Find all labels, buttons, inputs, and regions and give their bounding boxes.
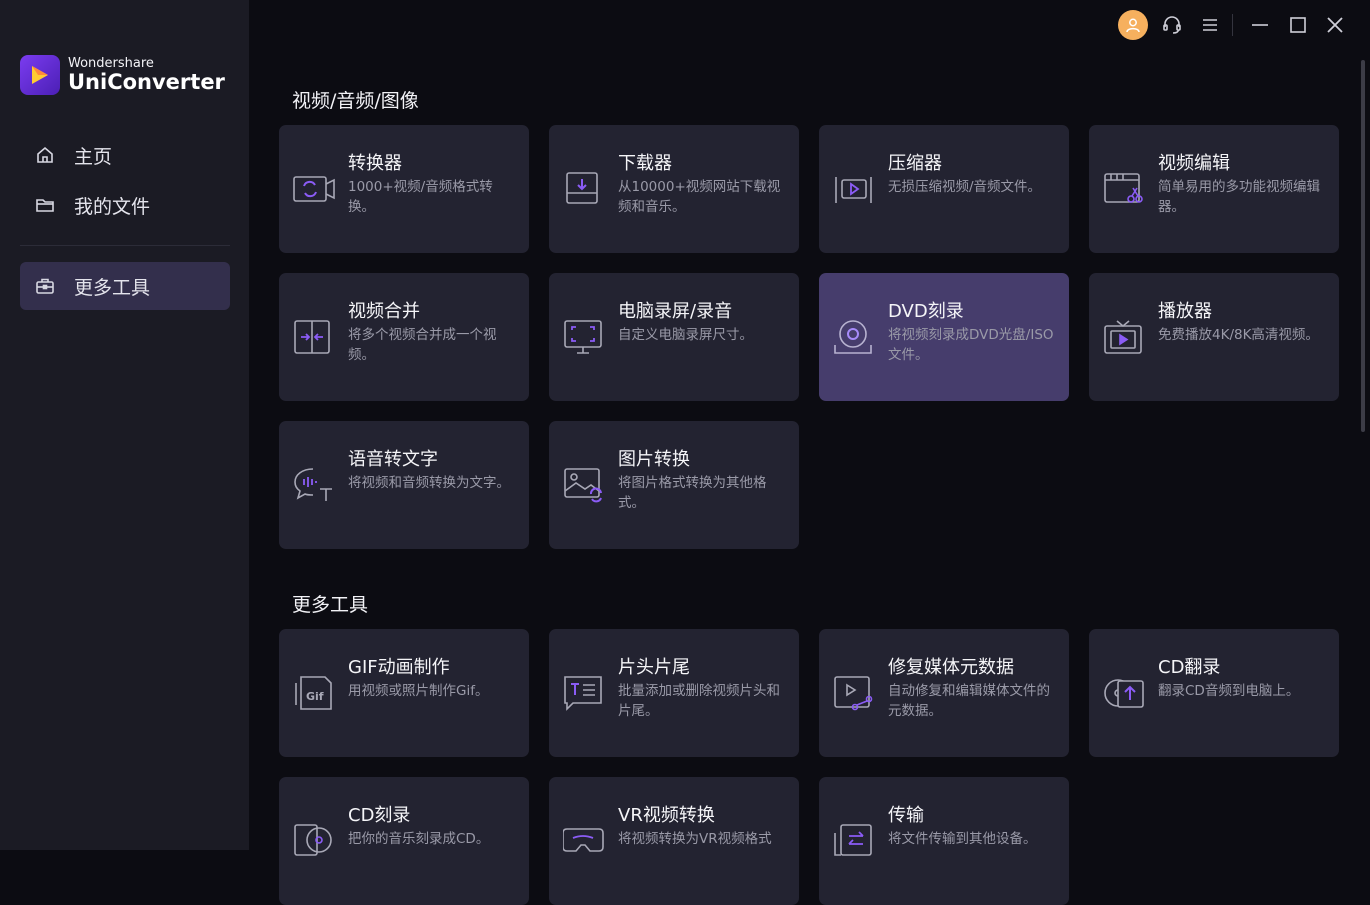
- compressor-icon: [833, 171, 875, 207]
- card-description: 将视频刻录成DVD光盘/ISO文件。: [888, 327, 1054, 363]
- card-description: 把你的音乐刻录成CD。: [348, 831, 490, 847]
- image-converter-icon: [563, 467, 605, 503]
- support-headset-icon[interactable]: [1159, 12, 1185, 38]
- card-description: 从10000+视频网站下载视频和音乐。: [618, 179, 781, 215]
- tool-card-gif-maker[interactable]: Gif GIF动画制作 用视频或照片制作Gif。: [279, 629, 529, 757]
- tool-card-intro-outro[interactable]: 片头片尾 批量添加或删除视频片头和片尾。: [549, 629, 799, 757]
- card-title: CD刻录: [348, 805, 411, 826]
- tool-card-player[interactable]: 播放器 免费播放4K/8K高清视频。: [1089, 273, 1339, 401]
- home-icon: [34, 144, 56, 166]
- avatar-icon[interactable]: [1118, 10, 1148, 40]
- card-description: 将视频和音频转换为文字。: [348, 475, 510, 491]
- vr-converter-icon: [562, 823, 605, 859]
- merger-icon: [293, 319, 335, 355]
- card-description: 将图片格式转换为其他格式。: [618, 475, 767, 511]
- card-title: 片头片尾: [618, 657, 690, 678]
- downloader-icon: [563, 171, 605, 207]
- cd-ripper-icon: [1103, 675, 1145, 711]
- card-description: 自定义电脑录屏尺寸。: [618, 327, 753, 343]
- tool-card-dvd-burner[interactable]: DVD刻录 将视频刻录成DVD光盘/ISO文件。: [819, 273, 1069, 401]
- gif-maker-icon: Gif: [293, 675, 335, 711]
- card-title: CD翻录: [1158, 657, 1221, 678]
- card-description: 翻录CD音频到电脑上。: [1158, 683, 1300, 699]
- card-description: 批量添加或删除视频片头和片尾。: [618, 683, 780, 719]
- tool-card-converter[interactable]: 转换器 1000+视频/音频格式转换。: [279, 125, 529, 253]
- maximize-icon[interactable]: [1285, 12, 1311, 38]
- section-title-more-tools: 更多工具: [292, 594, 369, 616]
- card-description: 免费播放4K/8K高清视频。: [1158, 327, 1319, 343]
- tool-card-cd-burner[interactable]: CD刻录 把你的音乐刻录成CD。: [279, 777, 529, 905]
- card-title: 视频合并: [348, 301, 420, 322]
- card-title: 播放器: [1158, 301, 1212, 322]
- toolbox-icon: [34, 275, 56, 297]
- card-description: 将多个视频合并成一个视频。: [348, 327, 497, 363]
- tool-card-metadata[interactable]: 修复媒体元数据 自动修复和编辑媒体文件的元数据。: [819, 629, 1069, 757]
- app-logo: Wondershare UniConverter: [20, 55, 225, 95]
- converter-icon: [293, 171, 335, 207]
- svg-text:Gif: Gif: [306, 690, 324, 703]
- metadata-icon: [833, 675, 875, 711]
- minimize-icon[interactable]: [1247, 12, 1273, 38]
- menu-icon[interactable]: [1197, 12, 1223, 38]
- card-title: DVD刻录: [888, 301, 964, 322]
- sidebar-item-more-tools[interactable]: 更多工具: [20, 262, 230, 310]
- card-title: 转换器: [348, 153, 402, 174]
- card-description: 自动修复和编辑媒体文件的元数据。: [888, 683, 1050, 719]
- tool-card-downloader[interactable]: 下载器 从10000+视频网站下载视频和音乐。: [549, 125, 799, 253]
- transfer-icon: [833, 823, 875, 859]
- video-editor-icon: [1103, 171, 1145, 207]
- speech-to-text-icon: [293, 467, 335, 503]
- tool-card-video-editor[interactable]: 视频编辑 简单易用的多功能视频编辑器。: [1089, 125, 1339, 253]
- card-title: 传输: [888, 805, 924, 826]
- card-description: 1000+视频/音频格式转换。: [348, 179, 493, 215]
- card-title: 语音转文字: [348, 449, 438, 470]
- close-icon[interactable]: [1322, 12, 1348, 38]
- card-title: GIF动画制作: [348, 657, 450, 678]
- uniconverter-logo-icon: [20, 55, 60, 95]
- card-title: 视频编辑: [1158, 153, 1230, 174]
- main-scrollbar[interactable]: [1361, 60, 1365, 432]
- dvd-burner-icon: [833, 319, 875, 355]
- tool-card-compressor[interactable]: 压缩器 无损压缩视频/音频文件。: [819, 125, 1069, 253]
- tool-card-merger[interactable]: 视频合并 将多个视频合并成一个视频。: [279, 273, 529, 401]
- tool-card-speech-to-text[interactable]: 语音转文字 将视频和音频转换为文字。: [279, 421, 529, 549]
- intro-outro-icon: [563, 675, 605, 711]
- brand-name: Wondershare: [68, 56, 154, 71]
- card-description: 将文件传输到其他设备。: [888, 831, 1037, 847]
- card-title: 修复媒体元数据: [888, 657, 1014, 678]
- sidebar-item-my-files[interactable]: 我的文件: [20, 181, 230, 229]
- nav-divider: [20, 245, 230, 246]
- folder-icon: [34, 194, 56, 216]
- sidebar-item-label: 我的文件: [74, 195, 151, 218]
- tool-card-transfer[interactable]: 传输 将文件传输到其他设备。: [819, 777, 1069, 905]
- card-description: 用视频或照片制作Gif。: [348, 683, 489, 699]
- screen-recorder-icon: [563, 319, 605, 355]
- card-description: 将视频转换为VR视频格式: [618, 831, 772, 847]
- product-name: UniConverter: [68, 70, 225, 94]
- card-title: 压缩器: [888, 153, 942, 174]
- card-title: 下载器: [618, 153, 672, 174]
- card-title: VR视频转换: [618, 805, 715, 826]
- card-description: 简单易用的多功能视频编辑器。: [1158, 179, 1320, 215]
- card-description: 无损压缩视频/音频文件。: [888, 179, 1042, 195]
- sidebar: Wondershare UniConverter 主页 我的文件 更多工具: [0, 0, 249, 850]
- card-title: 图片转换: [618, 449, 690, 470]
- card-title: 电脑录屏/录音: [618, 301, 733, 322]
- sidebar-item-home[interactable]: 主页: [20, 131, 230, 179]
- section-title-video-audio-image: 视频/音频/图像: [292, 90, 419, 112]
- tool-card-screen-recorder[interactable]: 电脑录屏/录音 自定义电脑录屏尺寸。: [549, 273, 799, 401]
- cd-burner-icon: [293, 823, 335, 859]
- player-icon: [1103, 319, 1145, 355]
- titlebar-separator: [1232, 14, 1233, 36]
- sidebar-item-label: 主页: [74, 145, 113, 168]
- tool-card-vr-converter[interactable]: VR视频转换 将视频转换为VR视频格式: [549, 777, 799, 905]
- tool-card-image-converter[interactable]: 图片转换 将图片格式转换为其他格式。: [549, 421, 799, 549]
- tool-card-cd-ripper[interactable]: CD翻录 翻录CD音频到电脑上。: [1089, 629, 1339, 757]
- sidebar-item-label: 更多工具: [74, 276, 151, 299]
